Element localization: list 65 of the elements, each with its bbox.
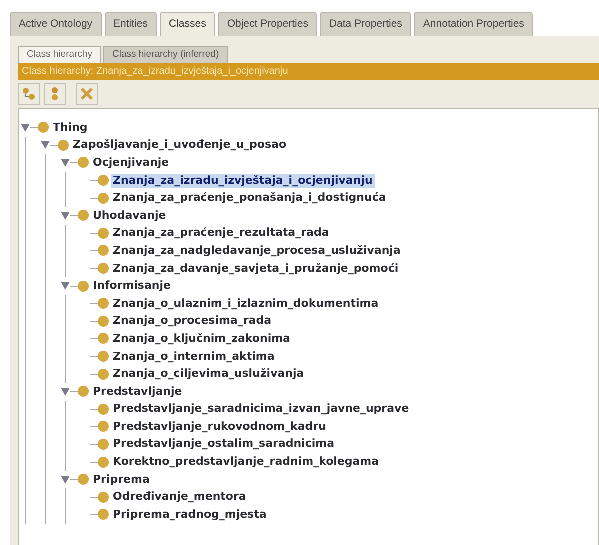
- tab[interactable]: Classes: [160, 12, 216, 36]
- class-dot-icon: [98, 263, 109, 274]
- expanded-triangle-icon[interactable]: [61, 476, 70, 484]
- class-node[interactable]: Znanja_o_ulaznim_i_izlaznim_dokumentima: [111, 296, 381, 311]
- class-dot-icon: [38, 122, 49, 134]
- class-dot-icon: [98, 245, 109, 256]
- tab[interactable]: Class hierarchy: [18, 46, 102, 63]
- class-dot-icon: [78, 280, 89, 292]
- class-dot-icon: [98, 175, 109, 186]
- class-dot-icon: [98, 351, 109, 362]
- class-dot-icon: [98, 316, 109, 327]
- class-dot-icon: [78, 386, 89, 398]
- tab[interactable]: Class hierarchy (inferred): [103, 46, 228, 63]
- expanded-triangle-icon[interactable]: [61, 158, 70, 167]
- class-dot-icon: [98, 298, 109, 310]
- class-dot-icon: [78, 474, 89, 486]
- class-node[interactable]: Znanja_za_praćenje_ponašanja_i_dostignuća: [111, 191, 388, 206]
- class-node[interactable]: Korektno_predstavljanje_radnim_kolegama: [111, 455, 382, 470]
- expanded-triangle-icon[interactable]: [61, 388, 70, 396]
- class-dot-icon: [98, 333, 109, 344]
- expanded-triangle-icon[interactable]: [41, 141, 50, 150]
- expanded-triangle-icon[interactable]: [61, 282, 70, 290]
- class-node[interactable]: Uhodavanje: [91, 208, 168, 223]
- class-node[interactable]: Znanja_o_ključnim_zakonima: [111, 332, 292, 346]
- class-dot-icon: [98, 456, 109, 468]
- circles-icon: [22, 87, 36, 101]
- class-dot-icon: [98, 368, 109, 380]
- class-node[interactable]: Predstavljanje: [91, 384, 184, 399]
- toolbar-button[interactable]: [44, 83, 66, 105]
- class-dot-icon: [98, 421, 109, 432]
- class-node[interactable]: Priprema: [91, 472, 152, 487]
- class-node[interactable]: Znanja_za_nadgledavanje_procesa_usluživanja: [111, 244, 403, 258]
- class-node[interactable]: Znanja_za_praćenje_rezultata_rada: [111, 226, 332, 240]
- class-dot-icon: [78, 210, 89, 222]
- class-dot-icon: [78, 157, 89, 168]
- class-node[interactable]: Predstavljanje_saradnicima_izvan_javne_uprave: [111, 402, 412, 416]
- class-node[interactable]: Predstavljanje_ostalim_saradnicima: [111, 437, 337, 452]
- class-node[interactable]: Thing: [51, 120, 90, 135]
- tab[interactable]: Object Properties: [218, 12, 318, 36]
- class-dot-icon: [98, 438, 109, 450]
- view-title-bar: Class hierarchy: Znanja_za_izradu_izvještaja_i_ocjenjivanju: [18, 63, 599, 80]
- cross-icon: [80, 87, 94, 101]
- tab[interactable]: Active Ontology: [10, 12, 102, 36]
- class-dot-icon: [98, 228, 109, 239]
- class-node[interactable]: Znanja_o_procesima_rada: [111, 314, 274, 328]
- expanded-triangle-icon[interactable]: [61, 212, 70, 220]
- class-dot-icon: [98, 492, 109, 503]
- class-node[interactable]: Predstavljanje_rukovodnom_kadru: [111, 420, 328, 434]
- tab[interactable]: Entities: [104, 12, 157, 36]
- class-dot-icon: [98, 509, 109, 520]
- class-node[interactable]: Informisanje: [91, 279, 173, 294]
- class-node[interactable]: Znanja_o_ciljevima_usluživanja: [111, 367, 306, 382]
- class-node[interactable]: Znanja_za_davanje_savjeta_i_pružanje_pomoći: [111, 262, 401, 276]
- class-node[interactable]: Priprema_radnog_mjesta: [111, 508, 269, 522]
- class-node[interactable]: Znanja_za_izradu_izvještaja_i_ocjenjivanju: [111, 174, 375, 188]
- class-node[interactable]: Ocjenjivanje: [91, 156, 172, 170]
- class-dot-icon: [98, 404, 109, 415]
- class-dot-icon: [58, 140, 69, 151]
- class-node[interactable]: Zapošljavanje_i_uvođenje_u_posao: [71, 138, 289, 152]
- class-node[interactable]: Znanja_o_internim_aktima: [111, 350, 277, 364]
- expanded-triangle-icon[interactable]: [21, 124, 30, 132]
- tab[interactable]: Annotation Properties: [414, 12, 534, 36]
- class-node[interactable]: Određivanje_mentora: [111, 490, 248, 504]
- tab[interactable]: Data Properties: [320, 12, 412, 36]
- class-dot-icon: [98, 192, 109, 204]
